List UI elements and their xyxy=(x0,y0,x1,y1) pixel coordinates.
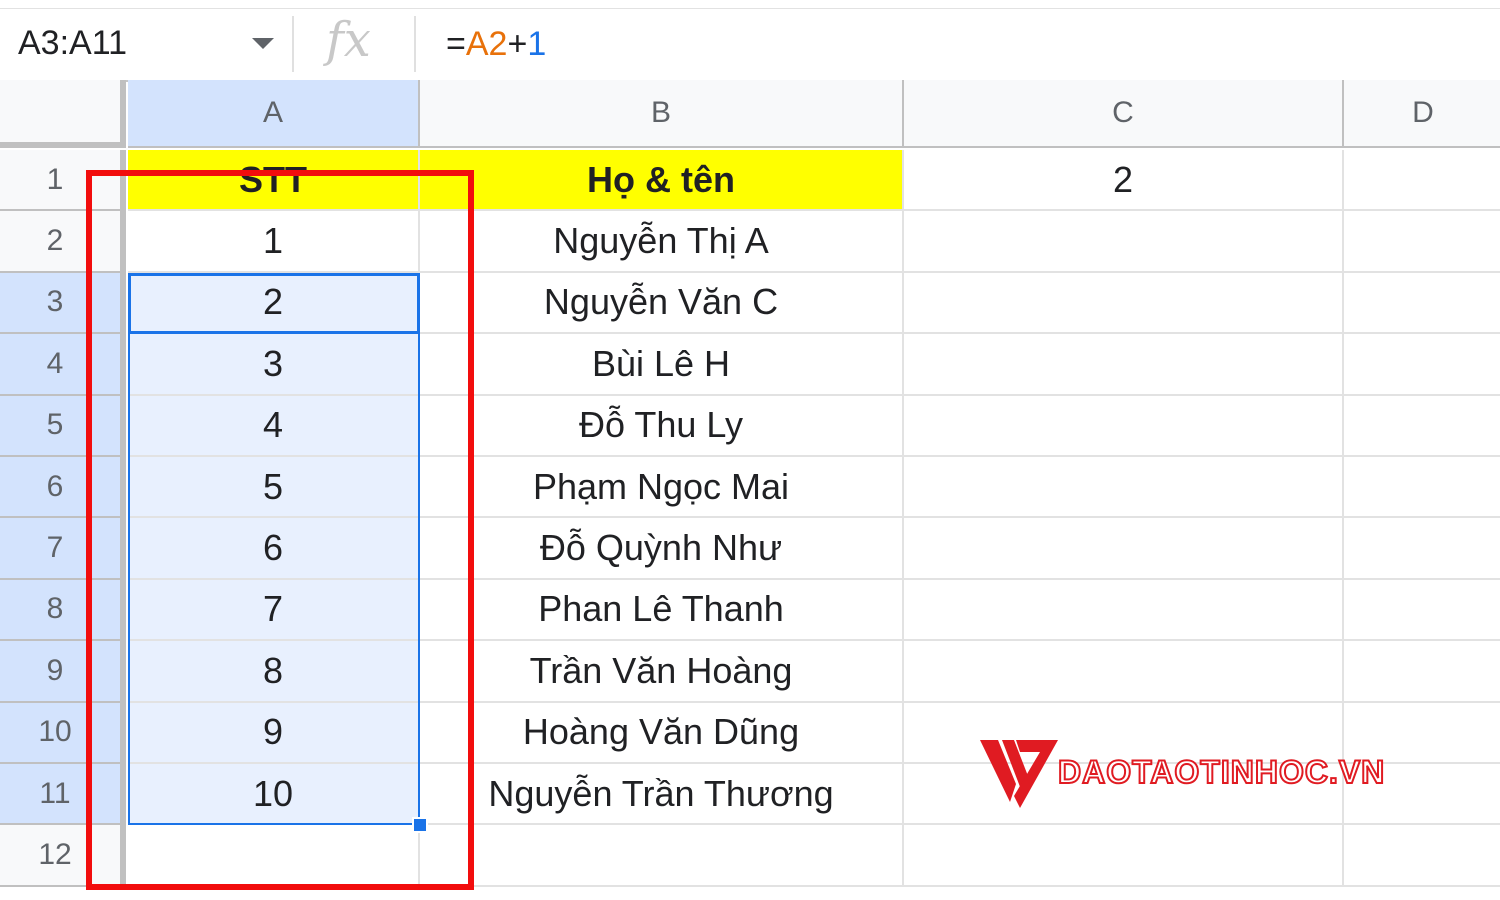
row-header-10[interactable]: 10 xyxy=(0,702,126,764)
cell-c9[interactable] xyxy=(904,641,1344,703)
formula-operator: + xyxy=(507,25,528,63)
cell-a7[interactable]: 6 xyxy=(128,518,420,580)
cell-a10[interactable]: 9 xyxy=(128,702,420,764)
cell-c1[interactable]: 2 xyxy=(904,150,1344,212)
row-header-2[interactable]: 2 xyxy=(0,211,126,273)
fill-handle[interactable] xyxy=(412,817,428,834)
row-header-6[interactable]: 6 xyxy=(0,457,126,519)
logo-text: DAOTAOTINHOC.VN xyxy=(1057,753,1386,791)
formula-cell-ref: A2 xyxy=(465,25,508,63)
cell-a3[interactable]: 2 xyxy=(128,272,420,335)
cell-a6[interactable]: 5 xyxy=(128,457,420,519)
daotaotinhoc-logo: DAOTAOTINHOC.VN xyxy=(980,736,1420,812)
cell-b2[interactable]: Nguyễn Thị A xyxy=(420,211,904,273)
row-header-9[interactable]: 9 xyxy=(0,641,126,703)
cell-b11[interactable]: Nguyễn Trần Thương xyxy=(420,764,904,826)
logo-mark-icon xyxy=(980,740,1058,808)
formula-bar-divider xyxy=(292,16,294,72)
cell-a1[interactable]: STT xyxy=(128,150,420,212)
cell-b9[interactable]: Trần Văn Hoàng xyxy=(420,641,904,703)
cell-b1[interactable]: Họ & tên xyxy=(420,150,904,212)
cell-b6[interactable]: Phạm Ngọc Mai xyxy=(420,457,904,519)
cell-d12[interactable] xyxy=(1344,825,1500,887)
cell-c3[interactable] xyxy=(904,272,1344,335)
cell-d6[interactable] xyxy=(1344,457,1500,519)
cell-c6[interactable] xyxy=(904,457,1344,519)
cell-a4[interactable]: 3 xyxy=(128,334,420,396)
row-header-12[interactable]: 12 xyxy=(0,825,126,887)
cell-a12[interactable] xyxy=(128,825,420,887)
cell-a11[interactable]: 10 xyxy=(128,764,420,826)
formula-bar-divider xyxy=(414,16,416,72)
cell-d9[interactable] xyxy=(1344,641,1500,703)
cell-d4[interactable] xyxy=(1344,334,1500,396)
cell-c12[interactable] xyxy=(904,825,1344,887)
column-header-c[interactable]: C xyxy=(904,80,1344,148)
column-header-a[interactable]: A xyxy=(128,80,420,148)
row-header-8[interactable]: 8 xyxy=(0,579,126,642)
cell-c5[interactable] xyxy=(904,395,1344,457)
cell-d3[interactable] xyxy=(1344,273,1500,335)
cell-d5[interactable] xyxy=(1344,396,1500,457)
column-header-b[interactable]: B xyxy=(420,80,904,148)
formula-bar: A3:A11 fx =A2+1 xyxy=(0,0,1500,82)
cell-a5[interactable]: 4 xyxy=(128,395,420,457)
cell-b4[interactable]: Bùi Lê H xyxy=(420,334,904,396)
cell-b10[interactable]: Hoàng Văn Dũng xyxy=(420,702,904,764)
cell-b3[interactable]: Nguyễn Văn C xyxy=(420,272,904,335)
row-header-1[interactable]: 1 xyxy=(0,150,126,212)
cell-b12[interactable] xyxy=(420,825,904,887)
formula-number: 1 xyxy=(527,25,547,63)
row-header-7[interactable]: 7 xyxy=(0,518,126,580)
select-all-corner[interactable] xyxy=(0,80,126,148)
cell-c4[interactable] xyxy=(904,334,1344,396)
cell-b7[interactable]: Đỗ Quỳnh Như xyxy=(420,518,904,580)
name-box-dropdown-icon[interactable] xyxy=(252,38,274,49)
fx-icon: fx xyxy=(326,12,371,68)
name-box[interactable]: A3:A11 xyxy=(18,20,268,66)
row-header-11[interactable]: 11 xyxy=(0,764,126,826)
row-header-4[interactable]: 4 xyxy=(0,334,126,396)
cell-c2[interactable] xyxy=(904,211,1344,273)
cell-b8[interactable]: Phan Lê Thanh xyxy=(420,579,904,642)
cell-a9[interactable]: 8 xyxy=(128,641,420,703)
cell-b5[interactable]: Đỗ Thu Ly xyxy=(420,395,904,457)
cell-d2[interactable] xyxy=(1344,211,1500,273)
toolbar-divider xyxy=(0,8,1500,9)
cell-a2[interactable]: 1 xyxy=(128,211,420,273)
cell-d1[interactable] xyxy=(1344,150,1500,212)
cell-c7[interactable] xyxy=(904,518,1344,580)
row-header-5[interactable]: 5 xyxy=(0,395,126,457)
row-header-3[interactable]: 3 xyxy=(0,272,126,335)
cell-a8[interactable]: 7 xyxy=(128,579,420,642)
formula-prefix: = xyxy=(446,25,466,63)
cell-d8[interactable] xyxy=(1344,580,1500,642)
column-header-d[interactable]: D xyxy=(1344,80,1500,148)
cell-d7[interactable] xyxy=(1344,518,1500,580)
cell-c8[interactable] xyxy=(904,579,1344,642)
formula-input[interactable]: =A2+1 xyxy=(446,22,546,66)
